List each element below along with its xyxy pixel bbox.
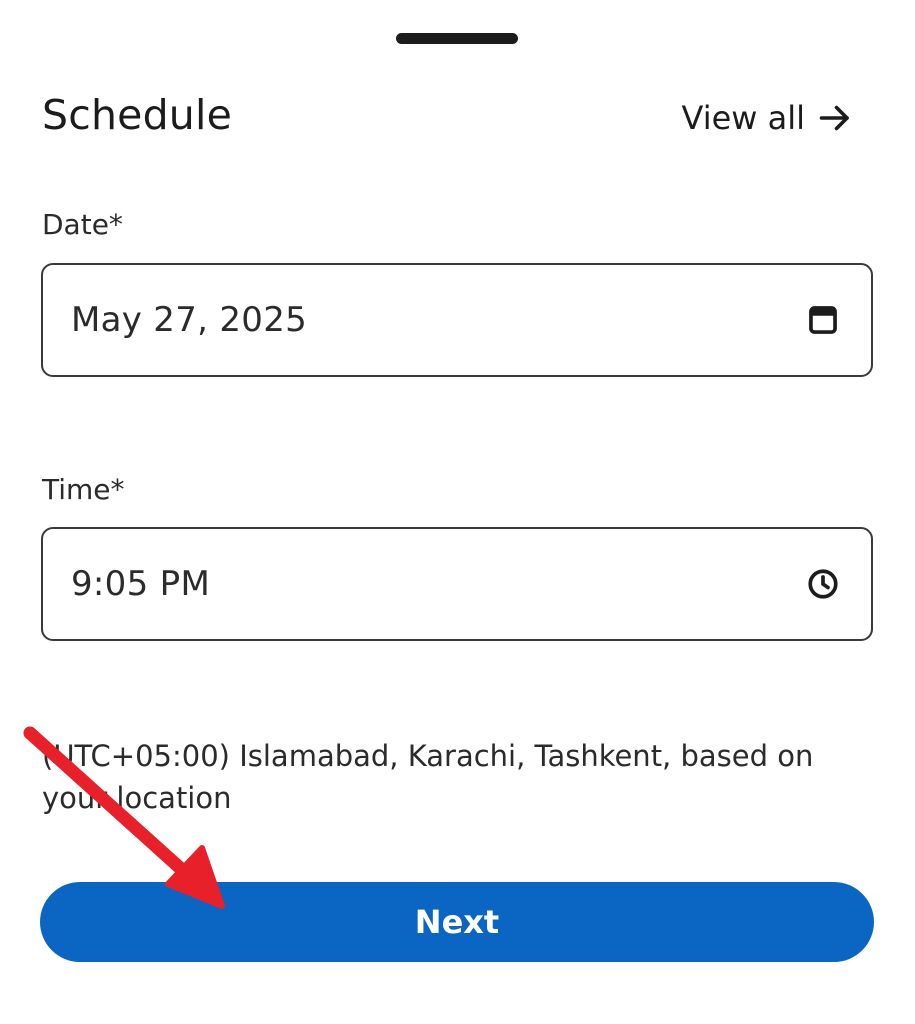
view-all-label: View all	[681, 99, 806, 137]
sheet-header: Schedule View all	[42, 80, 853, 150]
schedule-bottom-sheet: Schedule View all Date* May 27, 2025 Tim…	[0, 0, 915, 1024]
time-value: 9:05 PM	[71, 564, 211, 604]
sheet-title: Schedule	[42, 91, 233, 139]
date-value: May 27, 2025	[71, 300, 308, 340]
date-label: Date*	[42, 208, 123, 241]
annotation-arrow-icon	[23, 726, 225, 909]
time-field[interactable]: 9:05 PM	[41, 527, 873, 641]
drag-handle[interactable]	[396, 33, 518, 44]
calendar-icon[interactable]	[805, 302, 841, 338]
date-field[interactable]: May 27, 2025	[41, 263, 873, 377]
view-all-link[interactable]: View all	[682, 99, 854, 137]
time-label: Time*	[42, 473, 125, 506]
next-button[interactable]: Next	[40, 882, 874, 962]
arrow-right-icon	[819, 105, 849, 131]
timezone-note: (UTC+05:00) Islamabad, Karachi, Tashkent…	[42, 739, 814, 815]
clock-icon[interactable]	[805, 566, 841, 602]
